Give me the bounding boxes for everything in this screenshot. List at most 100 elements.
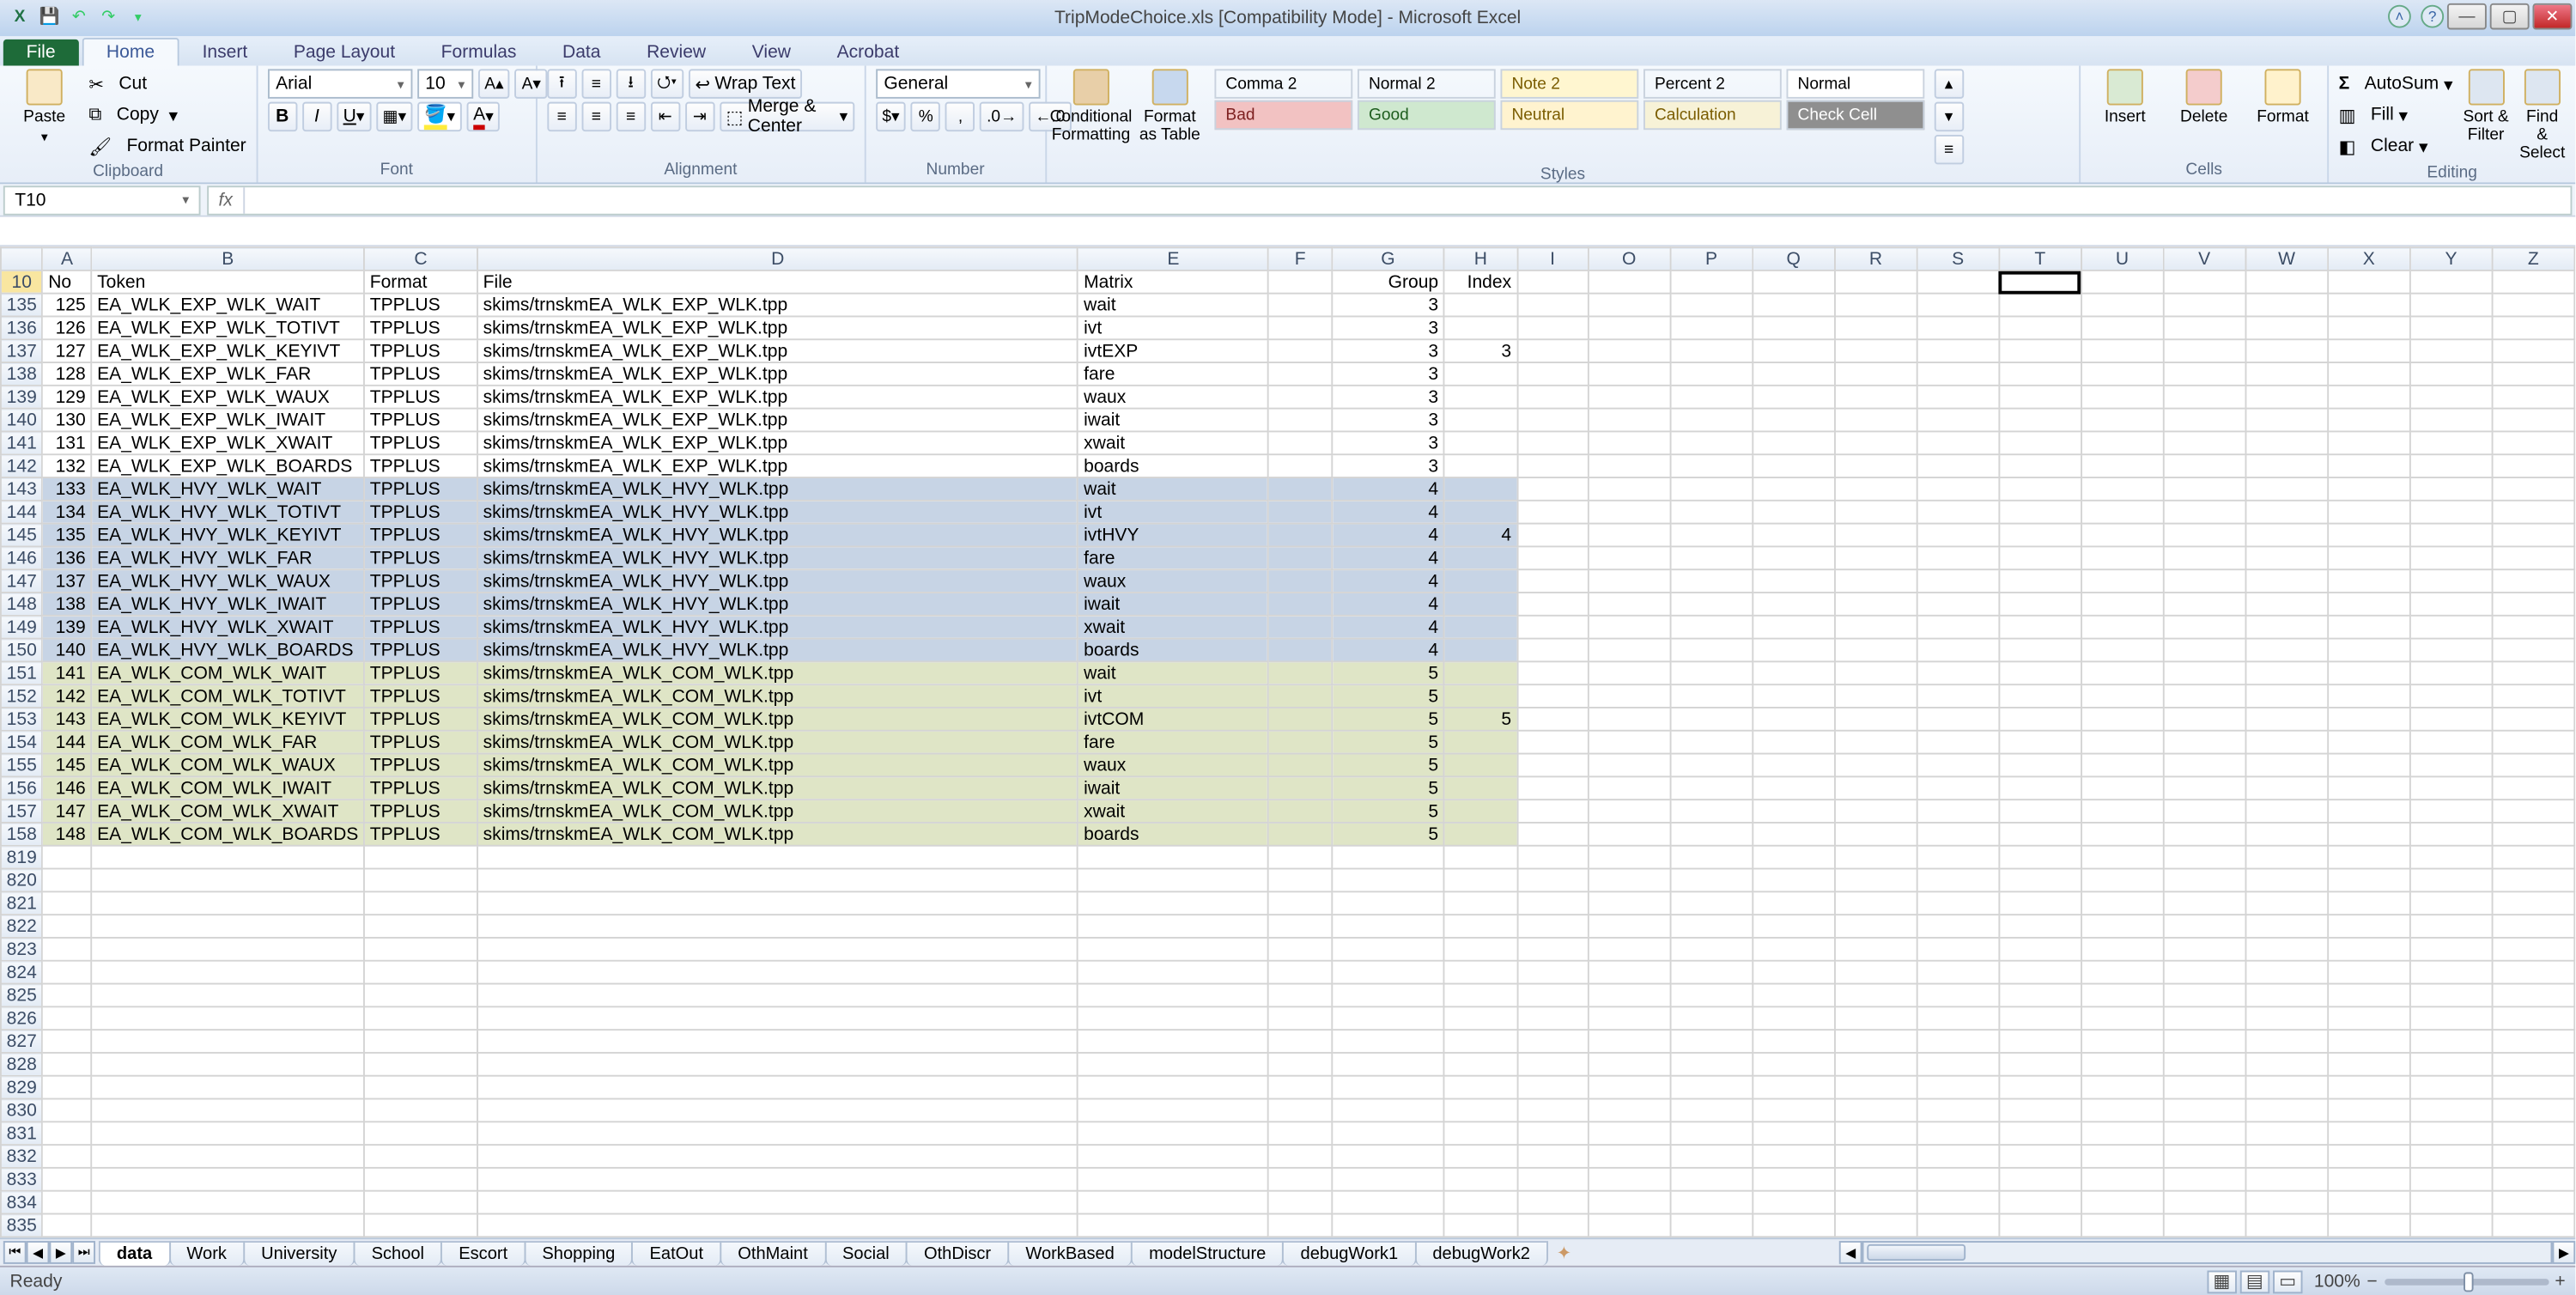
cell[interactable] — [1670, 1213, 1753, 1237]
cell[interactable] — [1332, 915, 1444, 938]
cell[interactable] — [364, 1099, 477, 1122]
cell[interactable] — [1268, 454, 1332, 477]
cell[interactable] — [1078, 1099, 1268, 1122]
cell[interactable] — [2245, 524, 2328, 547]
col-header-F[interactable]: F — [1268, 247, 1332, 271]
cell[interactable] — [1835, 731, 1917, 754]
cell[interactable] — [2081, 823, 2164, 846]
cell[interactable] — [2328, 1213, 2410, 1237]
cell[interactable]: TPPLUS — [364, 477, 477, 501]
cell[interactable] — [1517, 569, 1589, 593]
cell[interactable] — [2163, 431, 2245, 454]
cell[interactable] — [1517, 639, 1589, 662]
cell[interactable] — [1444, 409, 1517, 432]
cell[interactable] — [2081, 915, 2164, 938]
cell[interactable] — [1517, 754, 1589, 777]
cell[interactable] — [1835, 454, 1917, 477]
cell[interactable] — [1268, 546, 1332, 569]
cell[interactable] — [2328, 524, 2410, 547]
cell[interactable] — [1999, 339, 2081, 362]
cell[interactable] — [2163, 984, 2245, 1007]
row-header[interactable]: 833 — [1, 1168, 43, 1191]
cell[interactable]: TPPLUS — [364, 799, 477, 823]
cell[interactable]: 5 — [1444, 708, 1517, 731]
cell[interactable]: skims/trnskmEA_WLK_COM_WLK.tpp — [477, 823, 1078, 846]
cell[interactable] — [1444, 1030, 1517, 1053]
cell[interactable] — [1753, 316, 1835, 339]
cell[interactable]: 3 — [1332, 431, 1444, 454]
cell[interactable] — [1753, 799, 1835, 823]
cell[interactable] — [2492, 984, 2574, 1007]
cell-style-check-cell[interactable]: Check Cell — [1786, 100, 1924, 130]
row-header[interactable]: 146 — [1, 546, 43, 569]
cell[interactable] — [1670, 823, 1753, 846]
row-header[interactable]: 142 — [1, 454, 43, 477]
cell[interactable] — [2245, 961, 2328, 984]
cell[interactable] — [2492, 869, 2574, 892]
cell[interactable] — [1444, 477, 1517, 501]
cell[interactable]: 133 — [42, 477, 91, 501]
cell[interactable] — [2492, 454, 2574, 477]
cell[interactable] — [1444, 294, 1517, 317]
cell[interactable] — [1588, 409, 1670, 432]
cell[interactable] — [2410, 731, 2493, 754]
cell[interactable] — [1835, 409, 1917, 432]
cell[interactable] — [2163, 754, 2245, 777]
cell[interactable] — [1517, 362, 1589, 386]
cell[interactable] — [1670, 569, 1753, 593]
cell[interactable] — [1444, 799, 1517, 823]
cell[interactable] — [1753, 431, 1835, 454]
cell[interactable] — [1444, 754, 1517, 777]
cell[interactable] — [2163, 316, 2245, 339]
cell[interactable] — [1835, 524, 1917, 547]
cell[interactable]: waux — [1078, 569, 1268, 593]
cell[interactable] — [1835, 316, 1917, 339]
row-header[interactable]: 157 — [1, 799, 43, 823]
cell[interactable] — [1268, 477, 1332, 501]
cell[interactable] — [1332, 869, 1444, 892]
cell[interactable] — [1753, 639, 1835, 662]
styles-scroll-down[interactable]: ▾ — [1934, 102, 1963, 131]
cell[interactable]: TPPLUS — [364, 684, 477, 708]
cell[interactable] — [364, 915, 477, 938]
cell[interactable] — [2163, 546, 2245, 569]
align-middle-button[interactable]: ≡ — [581, 69, 611, 98]
cell[interactable]: 138 — [42, 593, 91, 616]
cell[interactable] — [1917, 869, 1999, 892]
cell[interactable] — [1078, 1053, 1268, 1076]
cell[interactable] — [2163, 708, 2245, 731]
cell[interactable] — [1753, 362, 1835, 386]
cell[interactable] — [1588, 593, 1670, 616]
cell[interactable] — [1588, 386, 1670, 409]
save-icon[interactable]: 💾 — [36, 3, 63, 30]
cell[interactable] — [2163, 776, 2245, 799]
row-header[interactable]: 135 — [1, 294, 43, 317]
cell[interactable] — [1753, 915, 1835, 938]
cell[interactable] — [2245, 1053, 2328, 1076]
cell[interactable] — [2163, 1213, 2245, 1237]
cell[interactable] — [1517, 1145, 1589, 1168]
cell[interactable] — [1753, 1191, 1835, 1214]
cell[interactable]: EA_WLK_COM_WLK_TOTIVT — [91, 684, 364, 708]
cell[interactable] — [1444, 1099, 1517, 1122]
cell[interactable]: EA_WLK_COM_WLK_FAR — [91, 731, 364, 754]
cell[interactable]: waux — [1078, 754, 1268, 777]
cell[interactable] — [2492, 776, 2574, 799]
col-header-T[interactable]: T — [1999, 247, 2081, 271]
sheet-tab-school[interactable]: School — [354, 1240, 443, 1265]
cell[interactable]: skims/trnskmEA_WLK_HVY_WLK.tpp — [477, 501, 1078, 524]
cell[interactable]: 125 — [42, 294, 91, 317]
cell[interactable]: EA_WLK_EXP_WLK_WAIT — [91, 294, 364, 317]
cell[interactable] — [1517, 776, 1589, 799]
page-break-view-button[interactable]: ▭ — [2273, 1270, 2302, 1293]
cell[interactable] — [1268, 593, 1332, 616]
cell[interactable] — [1268, 731, 1332, 754]
cell[interactable] — [1835, 961, 1917, 984]
cell[interactable] — [91, 869, 364, 892]
sheet-tab-modelstructure[interactable]: modelStructure — [1131, 1240, 1284, 1265]
cell[interactable] — [1917, 846, 1999, 869]
cell[interactable] — [1268, 799, 1332, 823]
cell[interactable] — [1753, 1076, 1835, 1099]
cell[interactable] — [2081, 294, 2164, 317]
cell[interactable] — [1670, 915, 1753, 938]
